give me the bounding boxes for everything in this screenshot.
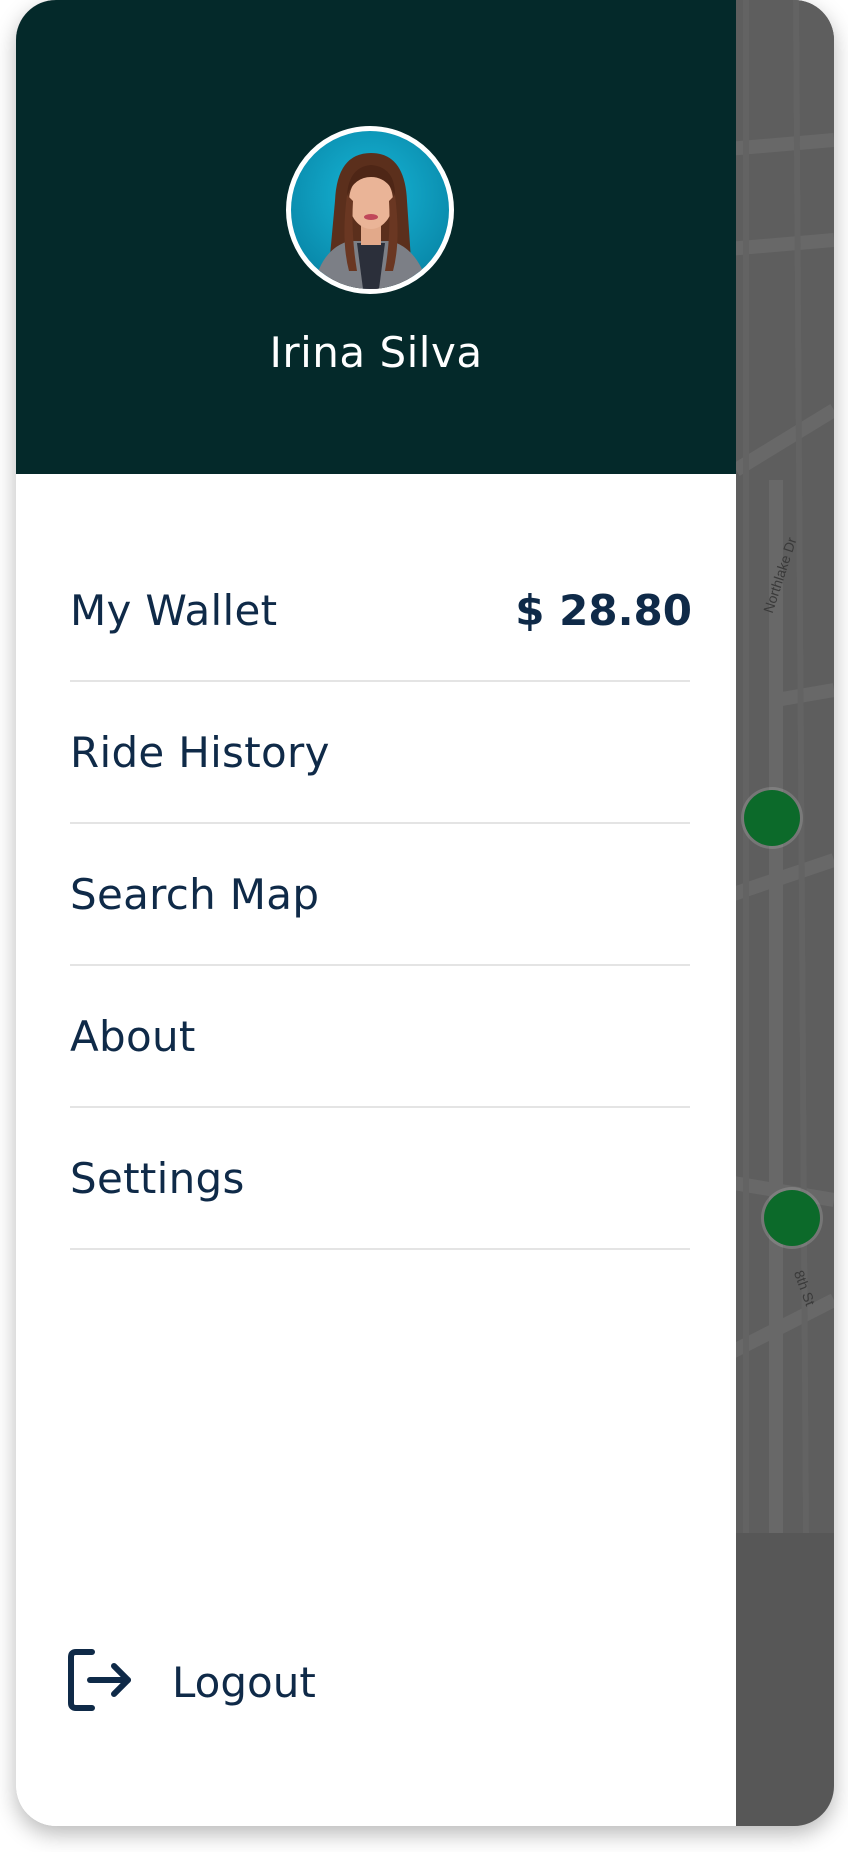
menu-item-label: Search Map [70, 869, 320, 919]
drawer-header: Irina Silva [16, 0, 736, 474]
drawer-menu: My Wallet $ 28.80 Ride History Search Ma… [70, 540, 692, 1250]
map-location-pin[interactable] [744, 790, 800, 846]
menu-item-ride-history[interactable]: Ride History [70, 682, 690, 824]
menu-item-about[interactable]: About [70, 966, 690, 1108]
logout-button[interactable]: Logout [66, 1640, 316, 1724]
menu-item-label: Ride History [70, 727, 330, 777]
menu-item-settings[interactable]: Settings [70, 1108, 690, 1250]
menu-item-search-map[interactable]: Search Map [70, 824, 690, 966]
wallet-balance: $ 28.80 [515, 585, 692, 635]
logout-icon [66, 1647, 134, 1717]
menu-item-label: About [70, 1011, 196, 1061]
map-location-pin[interactable] [764, 1190, 820, 1246]
menu-item-label: My Wallet [70, 585, 278, 635]
menu-item-label: Settings [70, 1153, 245, 1203]
avatar[interactable] [286, 126, 454, 294]
logout-label: Logout [172, 1657, 316, 1707]
navigation-drawer: Irina Silva My Wallet $ 28.80 Ride Histo… [16, 0, 736, 1826]
avatar-portrait [313, 153, 429, 289]
menu-item-my-wallet[interactable]: My Wallet $ 28.80 [70, 540, 692, 682]
user-name: Irina Silva [269, 328, 483, 377]
phone-screen: Northlake Dr 8th St Irina Silva My Walle… [16, 0, 834, 1826]
